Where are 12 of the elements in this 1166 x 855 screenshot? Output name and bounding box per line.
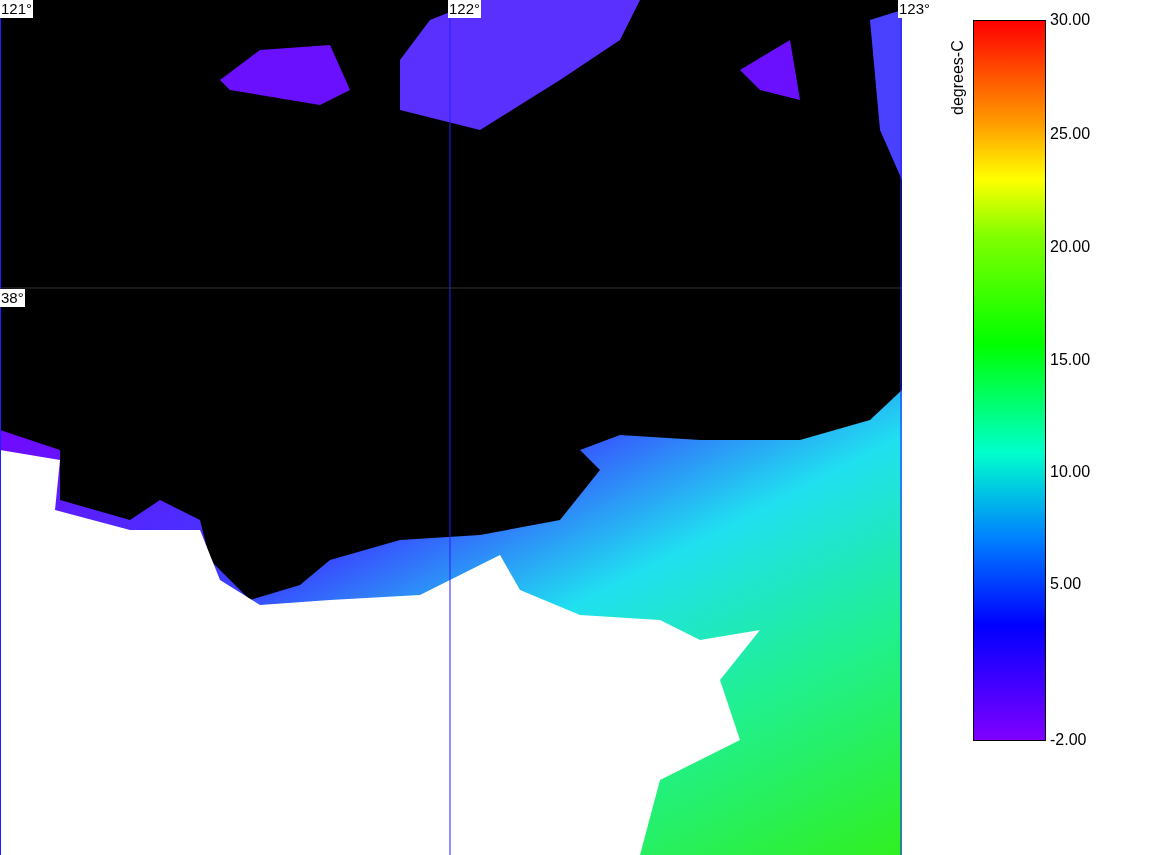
scale-tick-label: 30.00 [1050, 11, 1091, 29]
latitude-label: 38° [0, 289, 25, 307]
scale-tick-label: 25.00 [1050, 125, 1091, 143]
scale-tick-label: 5.00 [1050, 575, 1082, 593]
colorbar-title: degrees-C [948, 40, 967, 115]
scale-tick-label: 10.00 [1050, 463, 1091, 481]
longitude-label: 121° [0, 0, 34, 18]
longitude-label: 122° [448, 0, 482, 18]
scale-tick-label: 15.00 [1050, 351, 1091, 369]
longitude-label: 123° [898, 0, 932, 18]
scale-tick-label: 20.00 [1050, 238, 1091, 256]
scale-tick-label: -2.00 [1050, 731, 1087, 749]
